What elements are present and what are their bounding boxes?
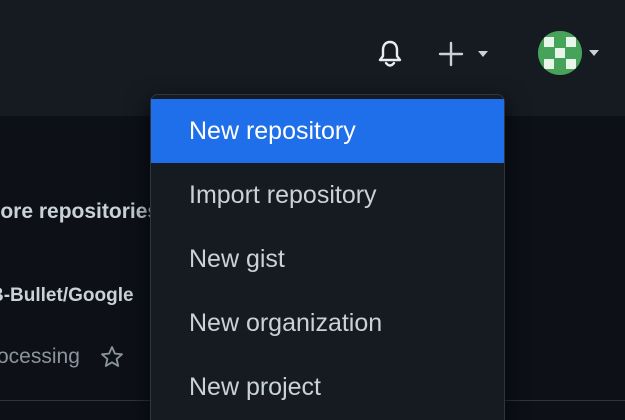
user-menu-button[interactable] [538, 28, 618, 78]
bell-icon [378, 40, 402, 67]
star-button[interactable] [100, 345, 124, 369]
caret-down-icon [588, 46, 602, 60]
create-new-dropdown[interactable] [436, 36, 514, 72]
plus-icon [436, 39, 466, 69]
repo-language: Processing [0, 345, 80, 368]
repo-link[interactable]: B-Bullet/Google [0, 285, 160, 307]
create-new-menu: New repository Import repository New gis… [150, 94, 505, 420]
repo-meta: Processing [0, 342, 160, 372]
identicon-avatar [538, 31, 582, 75]
avatar [538, 31, 582, 75]
caret-down-icon [476, 39, 490, 69]
star-icon [100, 346, 123, 367]
menu-item-new-organization[interactable]: New organization [151, 291, 504, 355]
section-heading: Explore repositories [0, 200, 160, 223]
menu-item-import-repository[interactable]: Import repository [151, 163, 504, 227]
menu-item-new-repository[interactable]: New repository [151, 99, 504, 163]
menu-item-new-project[interactable]: New project [151, 355, 504, 419]
menu-item-new-gist[interactable]: New gist [151, 227, 504, 291]
notifications-button[interactable] [372, 36, 408, 72]
